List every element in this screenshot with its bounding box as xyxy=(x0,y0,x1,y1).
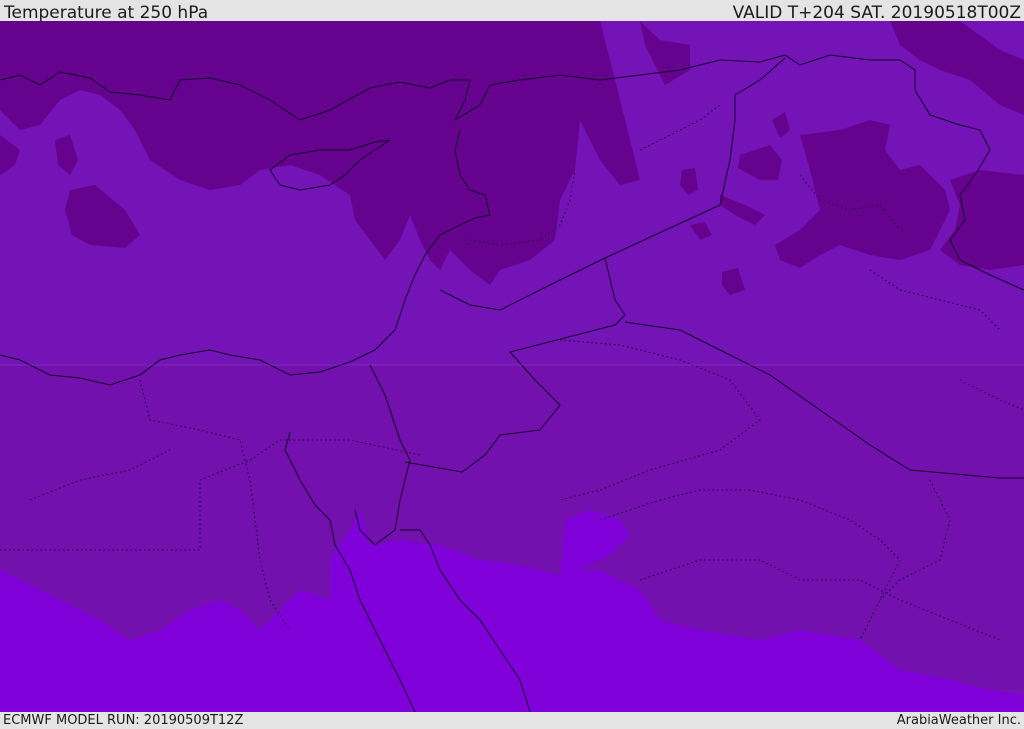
header-bar: Temperature at 250 hPa VALID T+204 SAT. … xyxy=(0,0,1024,23)
map-title: Temperature at 250 hPa xyxy=(4,3,209,23)
valid-time: VALID T+204 SAT. 20190518T00Z xyxy=(732,3,1021,23)
brand-credit: ArabiaWeather Inc. xyxy=(896,713,1021,728)
footer-bar: ECMWF MODEL RUN: 20190509T12Z ArabiaWeat… xyxy=(0,712,1024,729)
model-run: ECMWF MODEL RUN: 20190509T12Z xyxy=(3,713,244,728)
temperature-map xyxy=(0,21,1024,712)
